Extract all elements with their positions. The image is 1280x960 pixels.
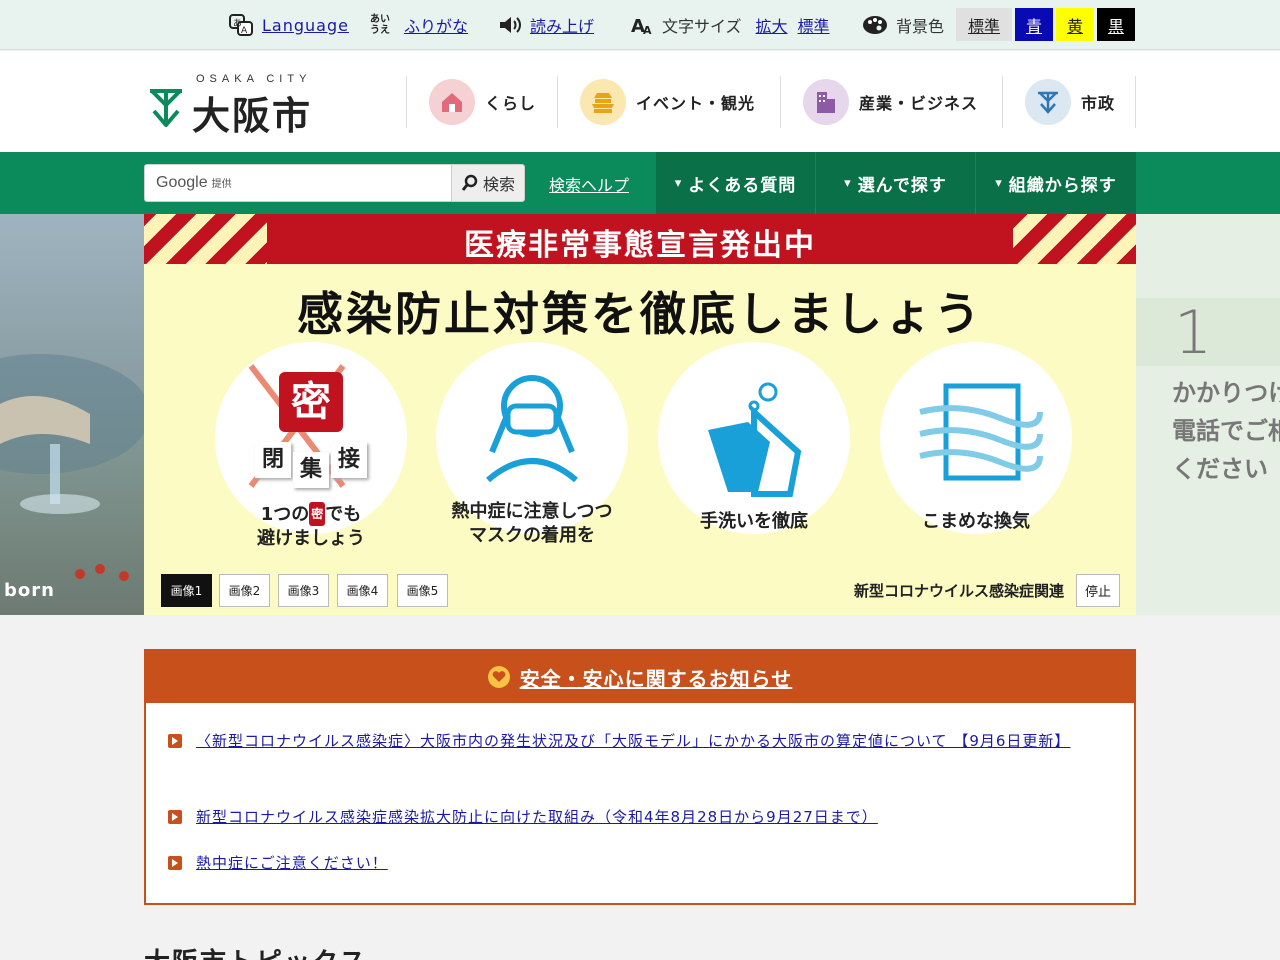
slide-peek-text: born — [4, 580, 55, 601]
tab-choose[interactable]: ▾ 選んで探す — [815, 152, 975, 214]
notice-item: 〈新型コロナウイルス感染症〉大阪市内の発生状況及び「大阪モデル」にかかる大阪市の… — [168, 727, 1108, 755]
notice-link-covid-measures[interactable]: 新型コロナウイルス感染症感染拡大防止に向けた取組み（令和4年8月28日から9月2… — [196, 803, 1108, 831]
osaka-city-logo[interactable]: OSAKA CITY 大阪市 — [148, 73, 328, 138]
slider-stop-button[interactable]: 停止 — [1076, 574, 1120, 607]
bg-standard-button[interactable]: 標準 — [956, 8, 1012, 41]
bg-blue-button[interactable]: 青 — [1015, 8, 1053, 41]
search-icon — [461, 174, 479, 192]
card3-caption: 手洗いを徹底 — [700, 511, 808, 532]
topics-heading: 大阪市トピックス — [144, 942, 367, 960]
safety-notice-box: 安全・安心に関するお知らせ 〈新型コロナウイルス感染症〉大阪市内の発生状況及び「… — [144, 649, 1136, 905]
emergency-banner-text: 医療非常事態宣言発出中 — [464, 228, 816, 263]
site-header: OSAKA CITY 大阪市 くらし イベント・観光 産業・ビジネス 市政 — [0, 51, 1280, 152]
notice-link-heatstroke[interactable]: 熱中症にご注意ください！ — [196, 849, 1108, 877]
next-slide-peek: 1 かかりつけ 電話でご相 ください — [1136, 214, 1280, 615]
gnav-kurashi-label: くらし — [485, 94, 537, 113]
language-link-group[interactable]: あA Language — [228, 8, 349, 42]
gnav-event-kanko-label: イベント・観光 — [636, 94, 756, 113]
logo-english: OSAKA CITY — [196, 73, 312, 85]
svg-text:A: A — [241, 26, 248, 36]
gnav-sangyo-business[interactable]: 産業・ビジネス — [780, 76, 1002, 128]
arrow-bullet-icon — [168, 810, 182, 824]
google-provider-label: Google 提供 — [156, 174, 232, 191]
castle-icon — [580, 79, 626, 125]
bg-color-label: 背景色 — [896, 17, 945, 36]
svg-text:A: A — [643, 24, 652, 36]
read-aloud-link[interactable]: 読み上げ — [530, 13, 594, 37]
gnav-kurashi[interactable]: くらし — [406, 76, 557, 128]
search-button[interactable]: 検索 — [451, 164, 525, 202]
tab-faq[interactable]: ▾ よくある質問 — [655, 152, 815, 214]
font-size-group: AA 文字サイズ 拡大 標準 — [630, 8, 830, 42]
notice-title-link[interactable]: 安全・安心に関するお知らせ — [520, 663, 793, 692]
mitsu-big-label: 密 — [279, 372, 343, 432]
next-slide-number: 1 — [1136, 298, 1280, 368]
furigana-link-group[interactable]: あいうえ ふりがな — [370, 8, 468, 42]
palette-icon — [862, 14, 888, 36]
utility-bar: あA Language あいうえ ふりがな 読み上げ AA 文字サイズ 拡大 標… — [0, 0, 1280, 50]
gnav-event-kanko[interactable]: イベント・観光 — [557, 76, 780, 128]
chevron-down-icon: ▾ — [995, 175, 1003, 191]
chevron-down-icon: ▾ — [674, 175, 683, 191]
building-icon — [803, 79, 849, 125]
read-aloud-link-group[interactable]: 読み上げ — [498, 8, 594, 42]
notice-item: 熱中症にご注意ください！ — [168, 849, 1108, 877]
card4-caption: こまめな換気 — [922, 511, 1030, 532]
bg-yellow-button[interactable]: 黄 — [1056, 8, 1094, 41]
site-search[interactable]: Google 提供 — [144, 164, 452, 202]
city-mark-icon — [1025, 79, 1071, 125]
notice-item: 新型コロナウイルス感染症感染拡大防止に向けた取組み（令和4年8月28日から9月2… — [168, 803, 1108, 831]
city-emblem-icon — [148, 87, 184, 131]
chevron-down-icon: ▾ — [844, 175, 852, 191]
logo-japanese: 大阪市 — [192, 94, 313, 138]
tab-organization[interactable]: ▾ 組織から探す — [975, 152, 1136, 214]
furigana-icon: あいうえ — [370, 14, 390, 36]
house-icon — [429, 79, 475, 125]
search-nav-bar: Google 提供 検索 検索ヘルプ ▾ よくある質問 ▾ 選んで探す ▾ 組織から探す — [0, 152, 1280, 214]
bg-black-button[interactable]: 黒 — [1097, 8, 1135, 41]
previous-slide-peek: born — [0, 214, 144, 615]
card1-caption: 1つの密でも 避けましょう — [257, 502, 365, 549]
bg-color-group: 背景色 — [862, 8, 944, 42]
font-enlarge-link[interactable]: 拡大 — [756, 13, 788, 37]
mitsu-close-contact-label: 接 — [331, 442, 367, 478]
park-illustration — [0, 354, 144, 581]
furigana-link[interactable]: ふりがな — [404, 13, 468, 37]
slide-image-1-button[interactable]: 画像1 — [161, 574, 212, 607]
font-size-label: 文字サイズ — [662, 17, 742, 36]
arrow-bullet-icon — [168, 856, 182, 870]
gnav-shisei[interactable]: 市政 — [1002, 76, 1136, 128]
tab-choose-label: 選んで探す — [857, 175, 947, 196]
slide-caption: 新型コロナウイルス感染症関連 — [853, 582, 1064, 600]
slide-image-4-button[interactable]: 画像4 — [337, 574, 388, 607]
notice-header: 安全・安心に関するお知らせ — [146, 651, 1134, 703]
search-button-label: 検索 — [482, 175, 515, 194]
notice-link-covid-status[interactable]: 〈新型コロナウイルス感染症〉大阪市内の発生状況及び「大阪モデル」にかかる大阪市の… — [196, 727, 1108, 755]
ventilation-illustration — [880, 342, 1072, 534]
font-standard-link[interactable]: 標準 — [798, 13, 830, 37]
next-slide-text: かかりつけ 電話でご相 ください — [1172, 379, 1280, 483]
tab-organization-label: 組織から探す — [1008, 175, 1117, 196]
card2-caption: 熱中症に注意しつつ マスクの着用を — [451, 501, 613, 546]
mitsu-closed-label: 閉 — [255, 442, 291, 478]
slide-image-3-button[interactable]: 画像3 — [278, 574, 329, 607]
slide-headline: 感染防止対策を徹底しましょう — [297, 287, 983, 341]
gnav-sangyo-business-label: 産業・ビジネス — [859, 94, 979, 113]
speaker-icon — [498, 14, 522, 36]
tab-faq-label: よくある質問 — [688, 175, 797, 196]
main-slide[interactable]: 医療非常事態宣言発出中 感染防止対策を徹底しましょう 密 閉 集 接 1つの密で… — [144, 214, 1136, 615]
slide-image-2-button[interactable]: 画像2 — [219, 574, 270, 607]
font-size-icon: AA — [630, 14, 654, 36]
search-help-link[interactable]: 検索ヘルプ — [549, 172, 629, 196]
heart-icon — [487, 666, 510, 688]
language-link[interactable]: Language — [262, 16, 349, 35]
handwashing-illustration — [658, 342, 850, 534]
translate-icon: あA — [228, 12, 254, 38]
mitsu-crowded-label: 集 — [293, 452, 329, 488]
slide-image-5-button[interactable]: 画像5 — [397, 574, 448, 607]
arrow-bullet-icon — [168, 734, 182, 748]
gnav-shisei-label: 市政 — [1081, 94, 1116, 113]
